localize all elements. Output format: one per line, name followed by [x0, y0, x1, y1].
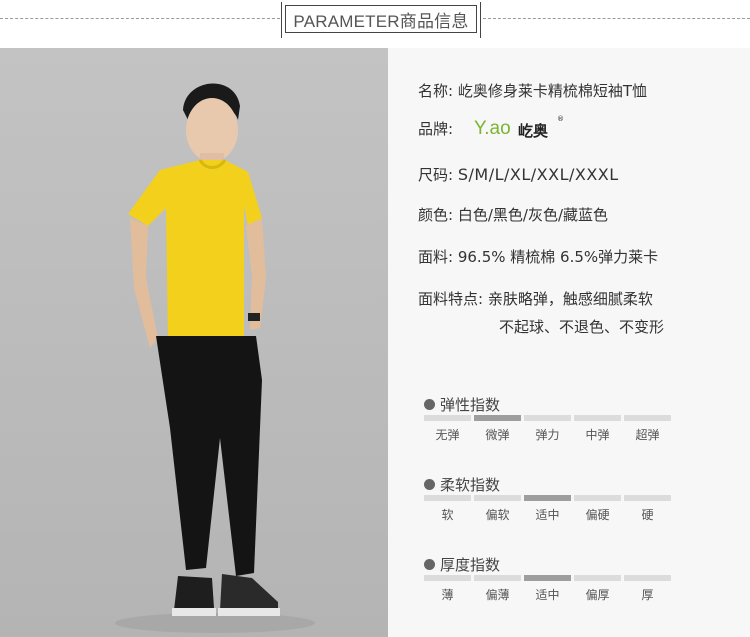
- scale-segment: [474, 495, 521, 501]
- header-divider-right: [483, 18, 750, 20]
- scale-label: 偏厚: [585, 588, 610, 602]
- color-row: 颜色: 白色/黑色/灰色/藏蓝色: [418, 204, 608, 225]
- product-name-value: 屹奥修身莱卡精梳棉短袖T恤: [457, 82, 648, 100]
- scale-label: 厚: [641, 588, 654, 602]
- scale-segment-selected: [524, 495, 571, 501]
- scale-segment-selected: [524, 575, 571, 581]
- brand-logo-latin: Y.ao: [474, 118, 511, 139]
- feature-line-1: 亲肤略弹，触感细腻柔软: [487, 290, 653, 308]
- thickness-title-text: 厚度指数: [440, 556, 501, 574]
- scale-label: 偏软: [485, 508, 510, 522]
- elasticity-scale-bars: [424, 415, 671, 421]
- feature-label: 面料特点:: [418, 290, 484, 308]
- product-info-panel: 名称: 屹奥修身莱卡精梳棉短袖T恤 品牌: Y.ao 屹奥 ® 尺码: S/M/…: [388, 48, 750, 637]
- scale-segment: [574, 575, 621, 581]
- elasticity-scale-labels: 无弹 微弹 弹力 中弹 超弹: [424, 426, 671, 443]
- feature-line-2: 不起球、不退色、不变形: [499, 318, 665, 336]
- fabric-row: 面料: 96.5% 精梳棉 6.5%弹力莱卡: [418, 246, 658, 267]
- scale-segment: [424, 575, 471, 581]
- scale-label: 弹力: [535, 428, 560, 442]
- model-photo: [0, 48, 388, 637]
- color-label: 颜色:: [418, 206, 454, 224]
- scale-label: 适中: [535, 508, 560, 522]
- size-value: S/M/L/XL/XXL/XXXL: [457, 165, 619, 184]
- scale-segment: [574, 495, 621, 501]
- scale-label: 薄: [441, 588, 454, 602]
- fabric-label: 面料:: [418, 248, 454, 266]
- bullet-icon: [424, 559, 435, 570]
- thickness-index-title: 厚度指数: [424, 554, 500, 575]
- section-header: PARAMETER商品信息: [0, 0, 750, 48]
- scale-label: 超弹: [635, 428, 660, 442]
- scale-segment: [524, 415, 571, 421]
- header-title-box: PARAMETER商品信息: [281, 2, 481, 38]
- scale-segment: [624, 415, 671, 421]
- product-name-label: 名称:: [418, 82, 454, 100]
- brand-logo: Y.ao 屹奥 ®: [474, 115, 584, 140]
- size-label: 尺码:: [418, 166, 454, 184]
- scale-label: 偏硬: [585, 508, 610, 522]
- bullet-icon: [424, 479, 435, 490]
- softness-scale-labels: 软 偏软 适中 偏硬 硬: [424, 506, 671, 523]
- bullet-icon: [424, 399, 435, 410]
- scale-label: 中弹: [585, 428, 610, 442]
- scale-label: 微弹: [485, 428, 510, 442]
- header-title: PARAMETER商品信息: [293, 11, 469, 31]
- thickness-scale-bars: [424, 575, 671, 581]
- scale-label: 适中: [535, 588, 560, 602]
- elasticity-index-title: 弹性指数: [424, 394, 500, 415]
- elasticity-title-text: 弹性指数: [440, 396, 501, 414]
- product-name-row: 名称: 屹奥修身莱卡精梳棉短袖T恤: [418, 80, 647, 101]
- size-row: 尺码: S/M/L/XL/XXL/XXXL: [418, 164, 619, 185]
- feature-row: 面料特点: 亲肤略弹，触感细腻柔软: [418, 288, 653, 309]
- color-value: 白色/黑色/灰色/藏蓝色: [457, 206, 609, 224]
- thickness-scale-labels: 薄 偏薄 适中 偏厚 厚: [424, 586, 671, 603]
- scale-segment: [574, 415, 621, 421]
- model-illustration: [0, 48, 388, 637]
- scale-segment: [424, 495, 471, 501]
- softness-index-title: 柔软指数: [424, 474, 500, 495]
- header-tick-right: [480, 2, 481, 38]
- brand-label: 品牌:: [418, 120, 454, 138]
- scale-label: 软: [441, 508, 454, 522]
- scale-segment: [624, 575, 671, 581]
- header-tick-left: [281, 2, 282, 38]
- scale-segment: [474, 575, 521, 581]
- header-divider-left: [0, 18, 280, 20]
- scale-segment: [624, 495, 671, 501]
- feature-row-2: 不起球、不退色、不变形: [499, 316, 664, 337]
- scale-segment-selected: [474, 415, 521, 421]
- brand-row: 品牌:: [418, 118, 453, 139]
- scale-label: 硬: [641, 508, 654, 522]
- softness-scale-bars: [424, 495, 671, 501]
- registered-mark: ®: [557, 115, 564, 123]
- softness-title-text: 柔软指数: [440, 476, 501, 494]
- scale-label: 偏薄: [485, 588, 510, 602]
- brand-logo-chinese: 屹奥: [518, 122, 549, 140]
- scale-label: 无弹: [435, 428, 460, 442]
- fabric-value: 96.5% 精梳棉 6.5%弹力莱卡: [457, 248, 659, 266]
- scale-segment: [424, 415, 471, 421]
